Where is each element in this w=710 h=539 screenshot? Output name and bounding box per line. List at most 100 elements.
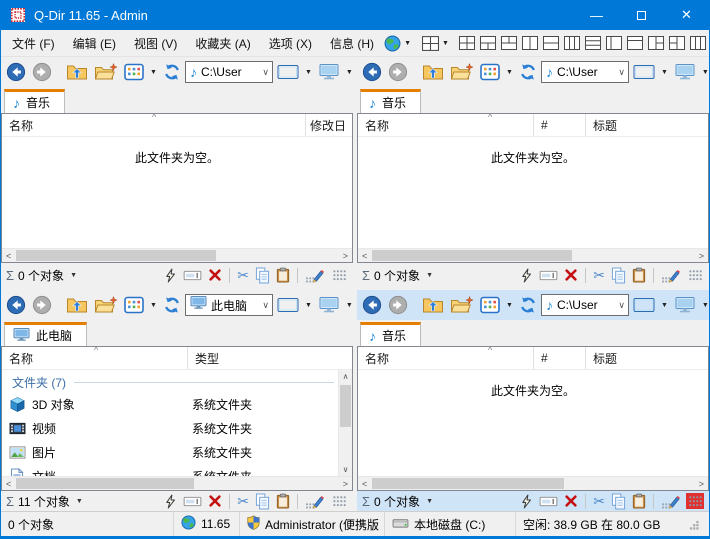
layout-3rows-icon[interactable] — [583, 31, 604, 55]
cut-icon[interactable]: ✂ — [237, 268, 249, 282]
count-dropdown-arrow[interactable]: ▼ — [426, 498, 433, 505]
desktop-panel-button[interactable] — [316, 59, 342, 85]
column-name[interactable]: 名称 — [358, 114, 534, 136]
views-dropdown-arrow[interactable]: ▼ — [506, 302, 513, 309]
scroll-right-icon[interactable]: > — [699, 251, 704, 261]
column-number[interactable]: # — [534, 114, 586, 136]
scrollbar-thumb[interactable] — [372, 478, 564, 489]
refresh-button[interactable] — [161, 292, 183, 318]
refresh-button[interactable] — [517, 59, 539, 85]
menu-edit[interactable]: 编辑 (E) — [64, 30, 125, 56]
address-combobox[interactable]: 此电脑 ∨ — [185, 294, 273, 316]
folder-panel-button[interactable] — [275, 292, 301, 318]
quick-actions-icon[interactable] — [520, 268, 533, 283]
scroll-left-icon[interactable]: < — [6, 251, 11, 261]
scroll-down-icon[interactable]: ∨ — [343, 465, 349, 474]
paste-icon[interactable] — [632, 267, 646, 283]
forward-button[interactable] — [386, 59, 410, 85]
group-header-folders[interactable]: 文件夹 (7) — [2, 372, 338, 392]
layout-grid-button[interactable] — [421, 31, 440, 55]
folder-panel-button[interactable] — [631, 59, 657, 85]
combo-chevron-icon[interactable]: ∨ — [618, 300, 625, 311]
menu-favorites[interactable]: 收藏夹 (A) — [186, 30, 259, 56]
scroll-up-icon[interactable]: ∧ — [343, 372, 349, 381]
address-combobox[interactable]: ♪ C:\User ∨ — [541, 61, 629, 83]
layout-top-bottomsplit-icon[interactable] — [478, 31, 499, 55]
address-combobox[interactable]: ♪ C:\User ∨ — [541, 294, 629, 316]
minimize-button[interactable]: — — [574, 0, 619, 30]
folder-up-button[interactable] — [64, 59, 90, 85]
layout-3columns-icon[interactable] — [562, 31, 583, 55]
maximize-button[interactable] — [619, 0, 664, 30]
scroll-left-icon[interactable]: < — [6, 479, 11, 489]
count-dropdown-arrow[interactable]: ▼ — [426, 272, 433, 279]
folder-panel-dropdown-arrow[interactable]: ▼ — [661, 302, 668, 309]
folder-panel-dropdown-arrow[interactable]: ▼ — [305, 69, 312, 76]
tab-music[interactable]: ♪ 音乐 — [360, 89, 421, 113]
layout-leftcol-icon[interactable] — [604, 31, 625, 55]
delete-icon[interactable] — [208, 268, 222, 282]
scrollbar-thumb[interactable] — [372, 250, 572, 261]
folder-panel-button[interactable] — [631, 292, 657, 318]
quick-actions-icon[interactable] — [164, 494, 177, 509]
scroll-right-icon[interactable]: > — [699, 479, 704, 489]
title-bar[interactable]: Q-Dir 11.65 - Admin — ✕ — [1, 0, 709, 30]
scrollbar-thumb[interactable] — [340, 385, 351, 427]
rename-icon[interactable] — [539, 495, 558, 508]
menu-file[interactable]: 文件 (F) — [3, 30, 64, 56]
layout-topsplit-bottom-icon[interactable] — [499, 31, 520, 55]
menu-info[interactable]: 信息 (H) — [321, 30, 383, 56]
paste-icon[interactable] — [276, 493, 290, 509]
new-folder-button[interactable] — [92, 292, 120, 318]
column-title[interactable]: 标题 — [586, 347, 708, 369]
new-folder-button[interactable] — [448, 292, 476, 318]
delete-icon[interactable] — [208, 494, 222, 508]
back-button[interactable] — [4, 59, 28, 85]
horizontal-scrollbar[interactable]: < > — [358, 476, 708, 490]
menu-options[interactable]: 选项 (X) — [260, 30, 321, 56]
layout-2rows-icon[interactable] — [541, 31, 562, 55]
list-item-3d-objects[interactable]: 3D 对象 系统文件夹 — [2, 392, 338, 416]
scroll-right-icon[interactable]: > — [343, 251, 348, 261]
folder-panel-button[interactable] — [275, 59, 301, 85]
desktop-panel-dropdown-arrow[interactable]: ▼ — [702, 69, 709, 76]
views-button[interactable] — [478, 59, 502, 85]
count-dropdown-arrow[interactable]: ▼ — [76, 498, 83, 505]
pane-select-grid-icon[interactable] — [330, 267, 348, 283]
copy-icon[interactable] — [611, 267, 626, 284]
horizontal-scrollbar[interactable]: < > — [2, 476, 352, 490]
rename-icon[interactable] — [539, 269, 558, 282]
scrollbar-thumb[interactable] — [16, 250, 216, 261]
folder-up-button[interactable] — [420, 292, 446, 318]
copy-icon[interactable] — [255, 267, 270, 284]
edit-pencil-icon[interactable] — [305, 494, 324, 509]
rename-icon[interactable] — [183, 269, 202, 282]
layout-4pane-icon[interactable] — [457, 31, 478, 55]
column-type[interactable]: 类型 — [188, 347, 352, 369]
horizontal-scrollbar[interactable]: < > — [2, 248, 352, 262]
column-name[interactable]: 名称 — [358, 347, 534, 369]
tab-music[interactable]: ♪ 音乐 — [360, 322, 421, 346]
refresh-button[interactable] — [161, 59, 183, 85]
desktop-panel-button[interactable] — [316, 292, 342, 318]
pane-select-grid-icon-active[interactable] — [686, 493, 704, 509]
views-dropdown-arrow[interactable]: ▼ — [150, 69, 157, 76]
views-button[interactable] — [122, 292, 146, 318]
forward-button[interactable] — [30, 59, 54, 85]
resize-grip[interactable] — [689, 520, 700, 534]
copy-icon[interactable] — [255, 493, 270, 510]
forward-button[interactable] — [386, 292, 410, 318]
scroll-left-icon[interactable]: < — [362, 479, 367, 489]
column-number[interactable]: # — [534, 347, 586, 369]
views-button[interactable] — [122, 59, 146, 85]
list-item-pictures[interactable]: 图片 系统文件夹 — [2, 440, 338, 464]
views-dropdown-arrow[interactable]: ▼ — [506, 69, 513, 76]
desktop-panel-dropdown-arrow[interactable]: ▼ — [346, 69, 353, 76]
back-button[interactable] — [360, 59, 384, 85]
layout-leftsplit-right-icon[interactable] — [667, 31, 688, 55]
horizontal-scrollbar[interactable]: < > — [358, 248, 708, 262]
delete-icon[interactable] — [564, 494, 578, 508]
list-item-documents[interactable]: 文档 系统文件夹 — [2, 464, 338, 476]
folder-up-button[interactable] — [420, 59, 446, 85]
cut-icon[interactable]: ✂ — [593, 268, 605, 282]
